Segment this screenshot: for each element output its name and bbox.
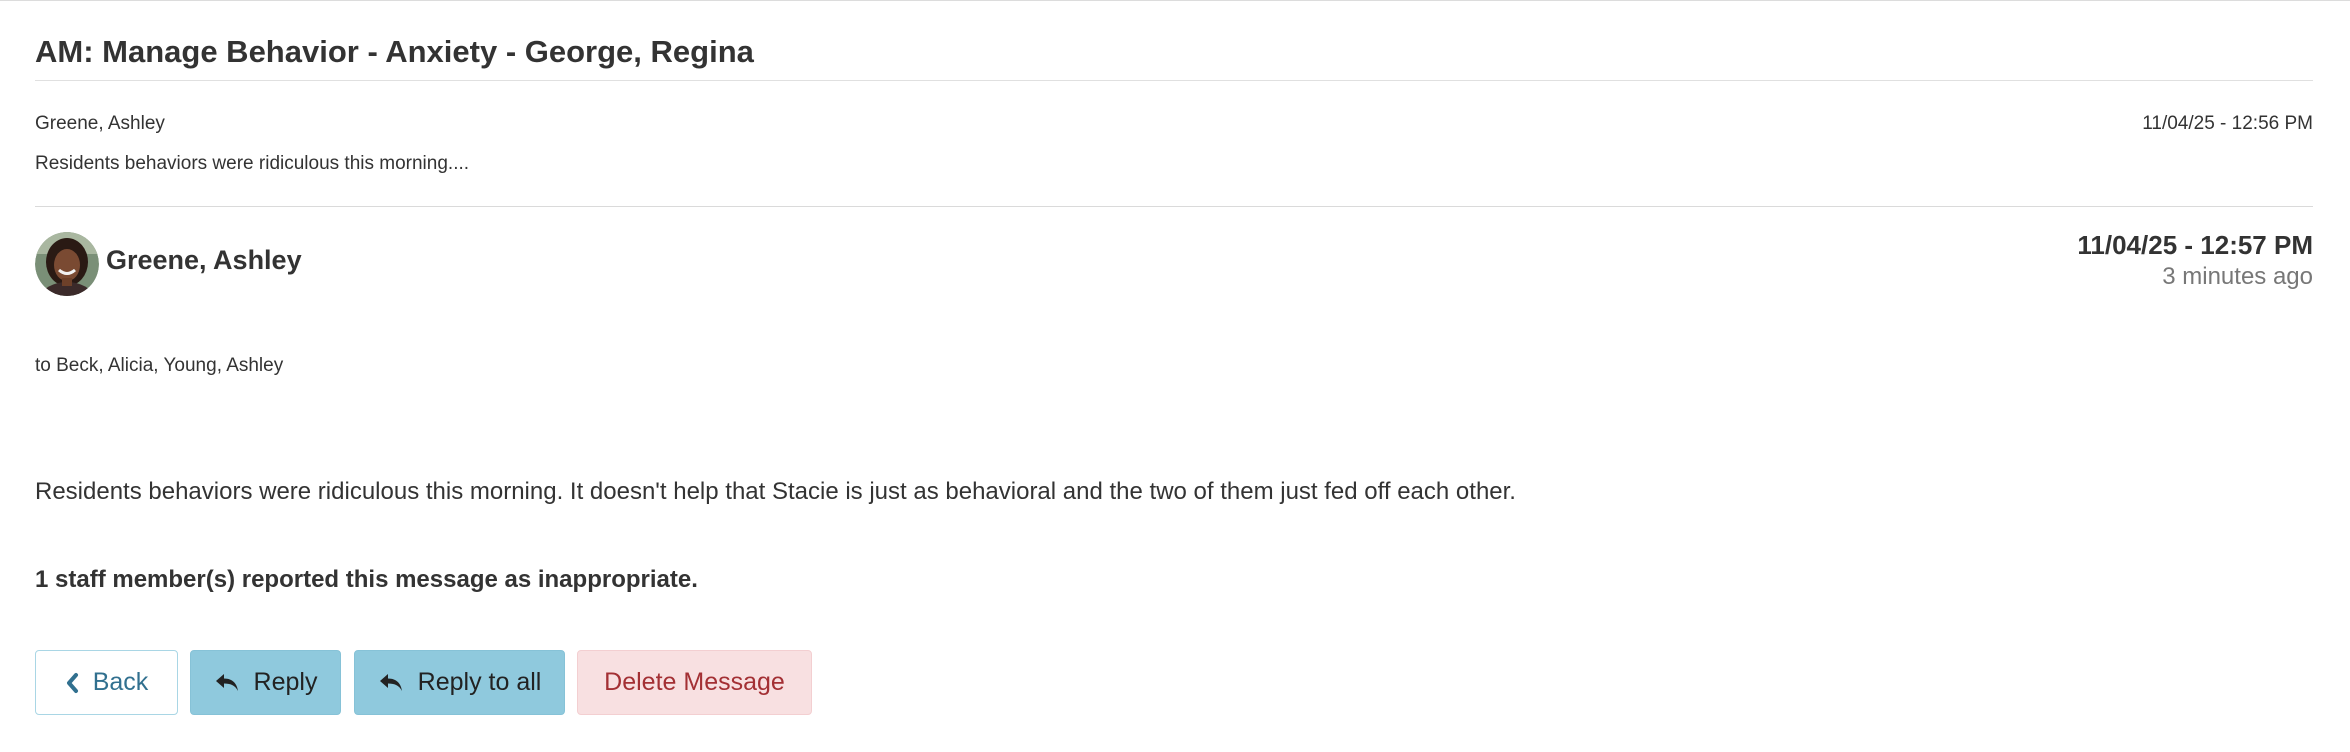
top-border xyxy=(0,0,2350,1)
user-avatar xyxy=(35,232,99,296)
sender-name: Greene, Ashley xyxy=(106,245,302,275)
preview-snippet: Residents behaviors were ridiculous this… xyxy=(35,153,470,174)
reply-button-label: Reply xyxy=(253,668,318,696)
preview-divider xyxy=(35,206,2313,207)
reply-button[interactable]: Reply xyxy=(190,650,341,715)
delete-message-button[interactable]: Delete Message xyxy=(577,650,812,715)
back-button[interactable]: Back xyxy=(35,650,178,715)
preview-author: Greene, Ashley xyxy=(35,113,165,134)
reply-all-button-label: Reply to all xyxy=(417,668,542,696)
reply-icon xyxy=(378,672,404,694)
relative-time: 3 minutes ago xyxy=(2162,263,2313,290)
back-button-label: Back xyxy=(92,668,149,696)
message-timestamp: 11/04/25 - 12:57 PM xyxy=(2077,230,2313,260)
recipients-line: to Beck, Alicia, Young, Ashley xyxy=(35,355,284,376)
message-body: Residents behaviors were ridiculous this… xyxy=(35,478,1516,505)
title-divider xyxy=(35,80,2313,81)
delete-message-button-label: Delete Message xyxy=(604,668,785,696)
preview-timestamp: 11/04/25 - 12:56 PM xyxy=(2142,113,2313,134)
chevron-left-icon xyxy=(65,672,79,694)
reply-all-button[interactable]: Reply to all xyxy=(354,650,565,715)
avatar-photo xyxy=(35,232,99,296)
report-notice: 1 staff member(s) reported this message … xyxy=(35,566,698,593)
reply-icon xyxy=(214,672,240,694)
message-title: AM: Manage Behavior - Anxiety - George, … xyxy=(35,34,754,69)
